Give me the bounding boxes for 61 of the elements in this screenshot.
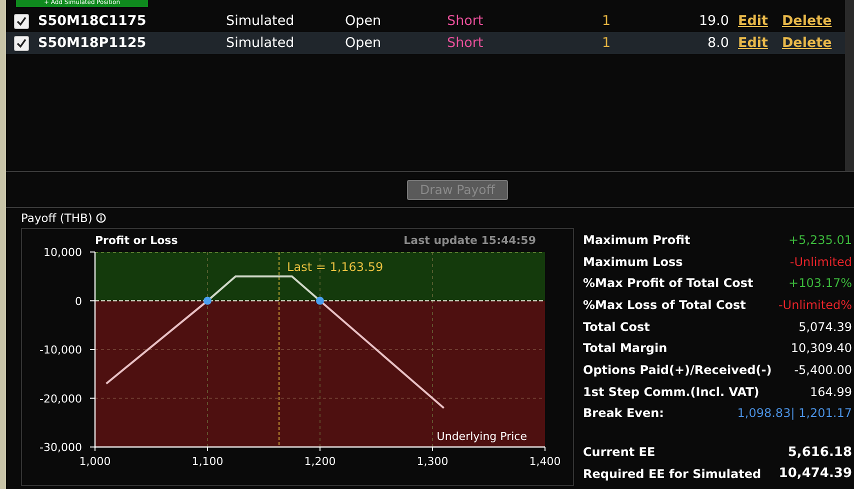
position-row[interactable]: S50M18P1125 Simulated Open Short 1 8.0 Edit Delete [6, 32, 845, 54]
stat-label: %Max Loss of Total Cost [583, 298, 746, 312]
x-tick-label: 1,400 [529, 455, 561, 468]
side-text: Short [447, 35, 484, 51]
y-tick-label: 10,000 [44, 246, 82, 259]
delete-link[interactable]: Delete [782, 13, 832, 29]
stat-label: Break Even: [583, 406, 664, 420]
stat-label: Current EE [583, 445, 656, 460]
type-text: Simulated [226, 13, 296, 29]
x-tick-label: 1,100 [192, 455, 224, 468]
stat-label: Maximum Profit [583, 232, 690, 247]
quantity-text: 1 [602, 35, 612, 51]
stat-value: +5,235.01 [788, 232, 852, 247]
stat-value: -Unlimited% [778, 298, 852, 312]
y-tick-label: 0 [75, 294, 82, 308]
y-tick-label: -10,000 [40, 344, 82, 356]
stat-label: 1st Step Comm.(Incl. VAT) [583, 384, 760, 399]
last-price-label: Last = 1,163.59 [287, 260, 384, 274]
edit-link[interactable]: Edit [738, 13, 768, 29]
stat-label: Total Cost [583, 320, 650, 334]
delete-link[interactable]: Delete [782, 35, 832, 51]
x-tick-label: 1,000 [79, 455, 111, 468]
side-text: Short [447, 13, 484, 29]
stat-value: 164.99 [810, 384, 852, 399]
symbol-text: S50M18C1175 [38, 13, 148, 29]
stat-value: 10,474.39 [778, 466, 852, 482]
position-row[interactable]: S50M18C1175 Simulated Open Short 1 19.0 Edit Delete [6, 10, 845, 32]
stat-label: %Max Profit of Total Cost [583, 276, 754, 290]
stat-value: -5,400.00 [794, 362, 852, 377]
last-update-text: Last update 15:44:59 [404, 234, 536, 247]
scrollbar[interactable] [845, 0, 854, 171]
row-checkbox[interactable] [14, 14, 29, 28]
price-text: 19.0 [698, 13, 729, 29]
break-even-marker [316, 296, 324, 305]
quantity-text: 1 [602, 13, 612, 29]
info-icon[interactable] [96, 213, 106, 223]
y-tick-label: -20,000 [40, 392, 82, 406]
stat-value: +103.17% [788, 276, 852, 290]
x-tick-label: 1,200 [304, 455, 336, 468]
stat-value: 1,098.83| 1,201.17 [737, 406, 852, 420]
stat-label: Total Margin [583, 341, 668, 356]
stat-label: Maximum Loss [583, 254, 683, 269]
status-text: Open [345, 13, 382, 29]
status-text: Open [345, 35, 382, 51]
symbol-text: S50M18P1125 [38, 35, 148, 51]
stat-label: Options Paid(+)/Received(-) [583, 362, 772, 377]
type-text: Simulated [226, 35, 296, 51]
y-tick-label: -30,000 [40, 441, 82, 454]
stat-value: 10,309.40 [790, 341, 852, 356]
payoff-title: Payoff (THB) [21, 211, 92, 225]
stat-value: -Unlimited [790, 254, 852, 269]
stat-label: Required EE for Simulated [583, 466, 762, 481]
edit-link[interactable]: Edit [738, 35, 768, 51]
stat-value: 5,074.39 [798, 320, 852, 334]
x-axis-title: Underlying Price [436, 430, 527, 443]
row-checkbox[interactable] [14, 36, 29, 50]
break-even-marker [204, 296, 212, 305]
x-tick-label: 1,300 [416, 455, 448, 468]
y-axis-title: Profit or Loss [95, 234, 178, 247]
price-text: 8.0 [706, 35, 729, 51]
stat-value: 5,616.18 [788, 444, 852, 460]
